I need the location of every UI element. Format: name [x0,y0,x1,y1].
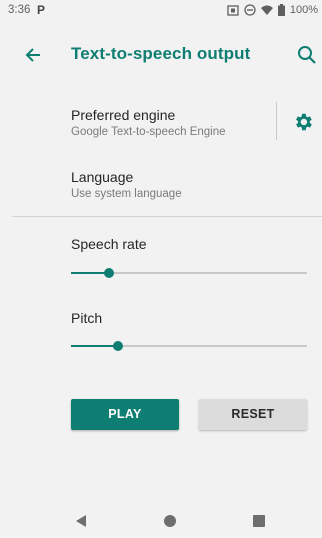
nav-recents-icon[interactable] [253,515,265,527]
preferred-engine-item[interactable]: Preferred engine Google Text-to-speech E… [0,100,322,144]
section-divider [12,216,322,217]
speech-rate-thumb[interactable] [104,268,114,278]
language-summary: Use system language [71,188,182,200]
search-icon[interactable] [296,44,318,66]
do-not-disturb-icon [244,4,256,16]
pitch-thumb[interactable] [113,341,123,351]
engine-divider [276,102,277,140]
status-bar: 3:36 P 100% [0,0,322,22]
status-icons: 100% [227,4,318,16]
battery-percent: 100% [289,4,318,16]
pitch-fill [71,345,118,347]
reset-button[interactable]: RESET [199,399,307,430]
pitch-label: Pitch [71,310,103,326]
nav-home-icon[interactable] [164,515,176,527]
speech-rate-label: Speech rate [71,236,147,252]
app-bar: Text-to-speech output [0,22,322,86]
nav-back-icon[interactable] [75,515,87,527]
play-button[interactable]: PLAY [71,399,179,430]
language-item[interactable]: Language Use system language [0,162,322,206]
arrow-left-icon[interactable] [22,44,44,66]
navigation-bar [0,503,322,538]
pitch-slider[interactable] [71,339,307,353]
preferred-engine-summary: Google Text-to-speech Engine [71,126,226,138]
page-title: Text-to-speech output [71,44,251,63]
battery-icon [277,4,285,16]
screenshot-icon [227,4,239,16]
status-time: 3:36 [8,4,31,16]
preferred-engine-title: Preferred engine [71,107,176,123]
wifi-icon [260,5,273,15]
language-title: Language [71,169,134,185]
gear-icon[interactable] [292,111,314,133]
notification-p-icon: P [37,3,46,17]
speech-rate-slider[interactable] [71,266,307,280]
